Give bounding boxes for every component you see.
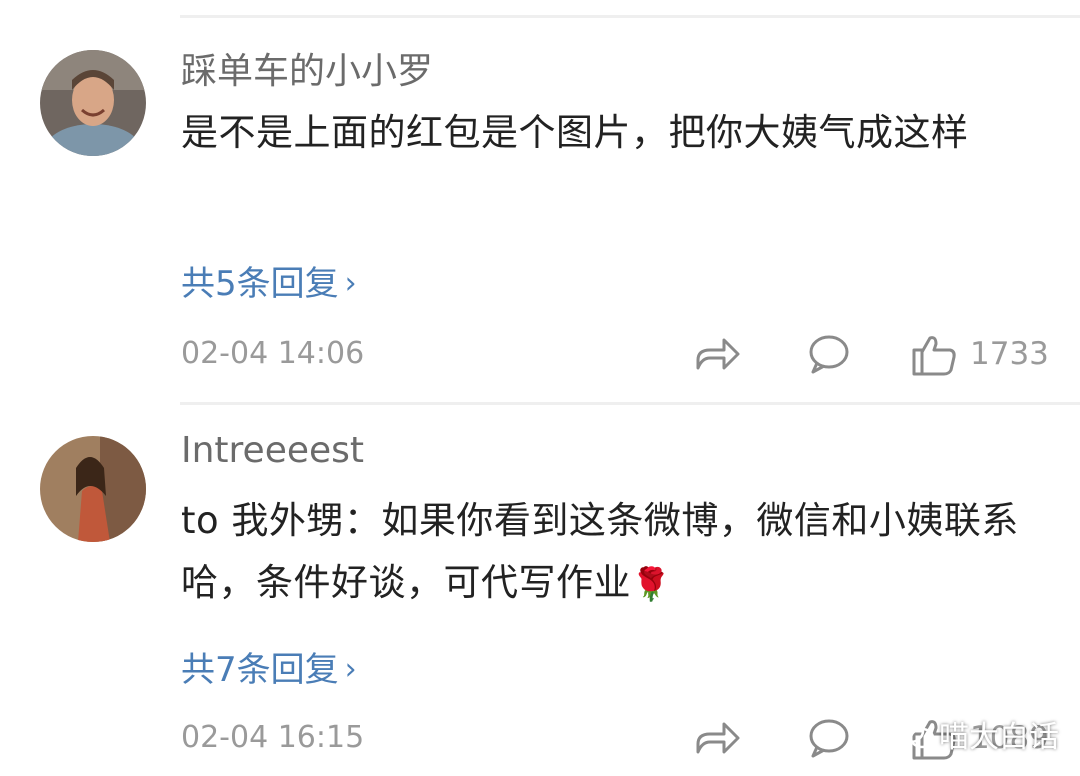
timestamp: 02-04 14:06 (181, 336, 365, 371)
view-replies-link[interactable]: 共5条回复 › (181, 256, 357, 305)
user-avatar[interactable] (40, 50, 146, 156)
comment-icon[interactable] (805, 714, 853, 762)
comment-text-body: to 我外甥：如果你看到这条微博，微信和小姨联系哈，条件好谈，可代写作业 (181, 499, 1019, 604)
chevron-right-icon: › (344, 266, 357, 301)
view-replies-label: 共5条回复 (181, 264, 339, 304)
user-avatar[interactable] (40, 436, 146, 542)
rose-emoji: 🌹 (631, 565, 672, 603)
comment-icon[interactable] (805, 330, 853, 378)
top-divider (180, 15, 1080, 18)
like-count: 1733 (970, 336, 1049, 372)
comment-text: 是不是上面的红包是个图片，把你大姨气成这样 (181, 111, 969, 154)
wechat-icon (895, 718, 935, 749)
like-icon[interactable] (910, 330, 958, 378)
watermark: 喵大白话 (895, 712, 1059, 756)
comment-divider (180, 402, 1080, 405)
watermark-text: 喵大白话 (939, 720, 1059, 755)
share-icon[interactable] (694, 330, 742, 378)
timestamp: 02-04 16:15 (181, 720, 365, 755)
view-replies-label: 共7条回复 (181, 650, 339, 690)
comment-text: to 我外甥：如果你看到这条微博，微信和小姨联系哈，条件好谈，可代写作业🌹 (181, 490, 1041, 615)
chevron-right-icon: › (344, 652, 357, 687)
username[interactable]: Intreeeest (181, 430, 364, 471)
view-replies-link[interactable]: 共7条回复 › (181, 642, 357, 691)
username[interactable]: 踩单车的小小罗 (181, 42, 433, 94)
share-icon[interactable] (694, 714, 742, 762)
